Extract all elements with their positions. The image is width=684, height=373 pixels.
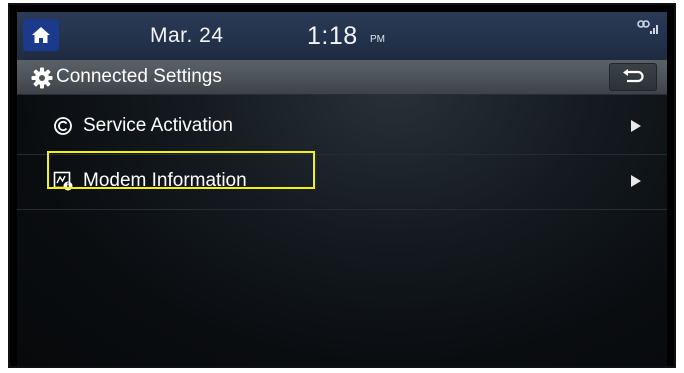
chevron-right-icon	[631, 120, 641, 132]
chevron-right-icon	[631, 175, 641, 187]
status-date: Mar. 24	[150, 24, 224, 47]
back-arrow-icon	[623, 69, 644, 83]
header-bar: Connected Settings	[17, 60, 667, 95]
status-bar: Mar. 24 1:18 PM	[17, 12, 667, 60]
list-item-service-activation[interactable]: Service Activation	[17, 100, 667, 155]
infotainment-screen: Mar. 24 1:18 PM Connected Settings Servi…	[17, 12, 667, 366]
back-button[interactable]	[609, 63, 657, 91]
gear-icon	[31, 67, 53, 89]
status-time: 1:18	[307, 22, 358, 50]
page-title: Connected Settings	[56, 66, 222, 87]
list-item-label: Service Activation	[83, 115, 233, 136]
status-ampm: PM	[370, 34, 385, 45]
connected-signal-icon	[637, 20, 658, 34]
highlight-box	[47, 151, 315, 189]
service-activation-icon	[54, 117, 72, 135]
home-button[interactable]	[23, 19, 59, 51]
home-icon	[32, 27, 50, 43]
